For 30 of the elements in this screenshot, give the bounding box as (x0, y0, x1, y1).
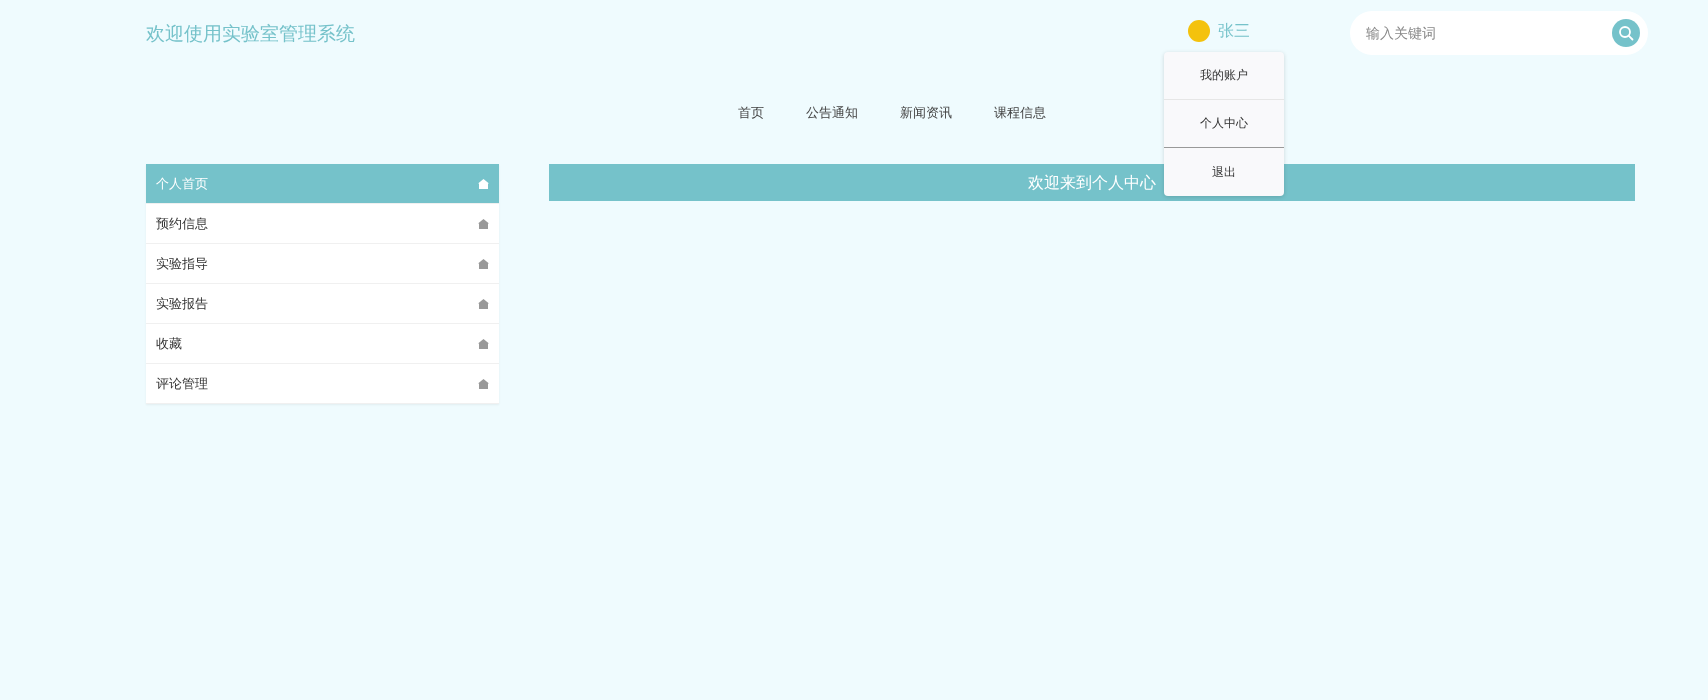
sidebar-item-label: 实验指导 (156, 254, 208, 273)
house-icon (478, 338, 489, 349)
nav-link[interactable]: 新闻资讯 (900, 104, 952, 122)
nav-link[interactable]: 公告通知 (806, 104, 858, 122)
sidebar-item[interactable]: 实验报告 (146, 284, 499, 324)
avatar-icon (1188, 20, 1210, 42)
sidebar-item-label: 个人首页 (156, 174, 208, 193)
menu-item[interactable]: 我的账户 (1164, 52, 1284, 100)
search-button[interactable] (1612, 19, 1640, 47)
sidebar-item[interactable]: 收藏 (146, 324, 499, 364)
house-icon (478, 378, 489, 389)
sidebar-item[interactable]: 预约信息 (146, 204, 499, 244)
menu-item[interactable]: 退出 (1164, 148, 1284, 196)
site-title: 欢迎使用实验室管理系统 (146, 21, 355, 46)
search-field[interactable]: 输入关键词 (1350, 11, 1648, 55)
sidebar-item-label: 评论管理 (156, 374, 208, 393)
sidebar-item-label: 收藏 (156, 334, 182, 353)
sidebar-item-label: 实验报告 (156, 294, 208, 313)
house-icon (478, 178, 489, 189)
search-icon (1618, 25, 1634, 41)
sidebar-item-label: 预约信息 (156, 214, 208, 233)
search-input[interactable]: 输入关键词 (1364, 24, 1612, 42)
sidebar-item[interactable]: 评论管理 (146, 364, 499, 404)
nav-link[interactable]: 课程信息 (994, 104, 1046, 122)
nav-link[interactable]: 首页 (738, 104, 764, 122)
house-icon (478, 258, 489, 269)
menu-item[interactable]: 个人中心 (1164, 100, 1284, 148)
house-icon (478, 218, 489, 229)
sidebar-item[interactable]: 实验指导 (146, 244, 499, 284)
house-icon (478, 298, 489, 309)
